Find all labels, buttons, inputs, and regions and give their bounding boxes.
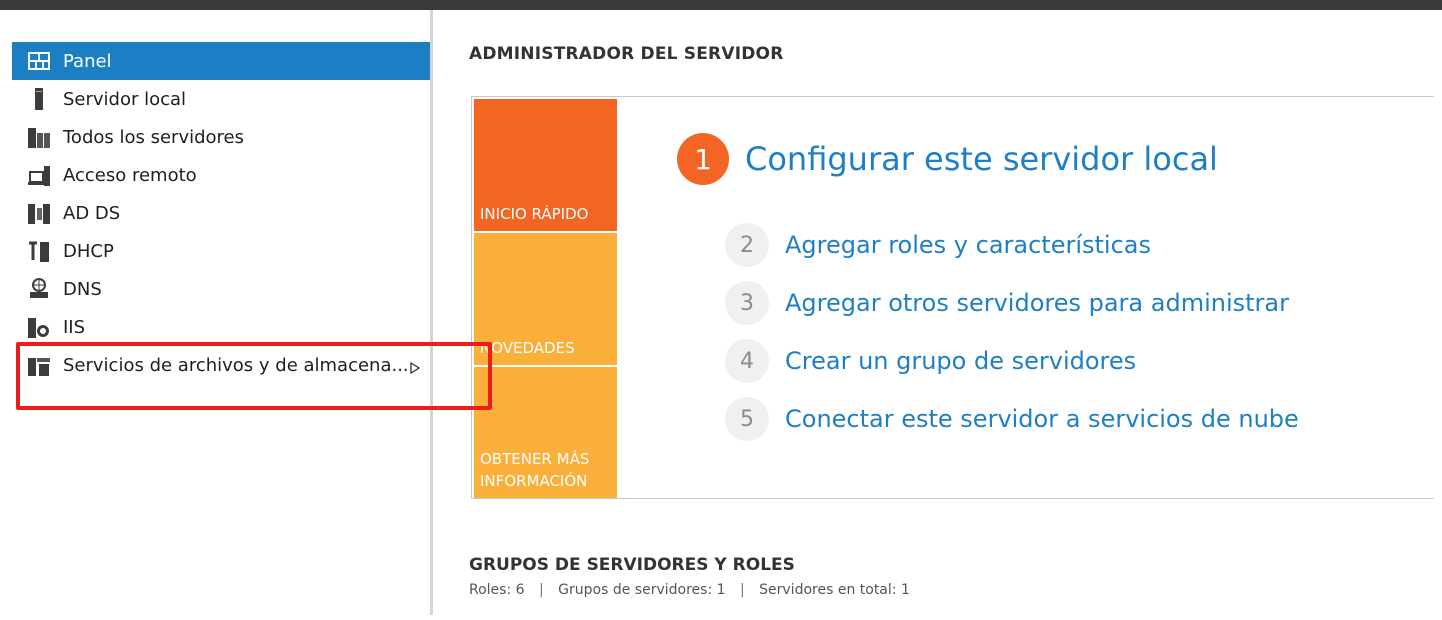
dns-icon: [27, 278, 51, 300]
servers-icon: [27, 126, 51, 148]
groups-section-title: GRUPOS DE SERVIDORES Y ROLES: [469, 555, 795, 575]
sidebar-item-ad-ds[interactable]: AD DS: [12, 194, 430, 232]
sidebar-item-panel[interactable]: Panel: [12, 42, 430, 80]
sidebar-item-dns[interactable]: DNS: [12, 270, 430, 308]
sidebar-item-label: AD DS: [63, 202, 121, 224]
step-link[interactable]: Agregar otros servidores para administra…: [785, 289, 1289, 317]
sidebar-item-label: DNS: [63, 278, 102, 300]
step-link[interactable]: Conectar este servidor a servicios de nu…: [785, 405, 1299, 433]
window-top-border: [0, 0, 1442, 10]
step-create-server-group[interactable]: 4 Crear un grupo de servidores: [725, 339, 1136, 383]
sidebar: Panel Servidor local Todos los servidore…: [12, 10, 430, 615]
sidebar-item-remote-access[interactable]: Acceso remoto: [12, 156, 430, 194]
step-number: 2: [725, 223, 769, 267]
step-add-servers[interactable]: 3 Agregar otros servidores para administ…: [725, 281, 1289, 325]
tile-label-line1: OBTENER MÁS: [480, 450, 590, 468]
tile-learn-more[interactable]: OBTENER MÁS INFORMACIÓN: [474, 367, 617, 498]
step-number: 1: [677, 133, 729, 185]
stats-separator: |: [539, 582, 544, 598]
sidebar-item-label: DHCP: [63, 240, 114, 262]
page-title: ADMINISTRADOR DEL SERVIDOR: [469, 44, 784, 64]
remote-access-icon: [27, 164, 51, 186]
step-number: 5: [725, 397, 769, 441]
step-configure-local-server[interactable]: 1 Configurar este servidor local: [677, 133, 1218, 185]
roles-count: Roles: 6: [469, 582, 525, 598]
tile-label: INICIO RÁPIDO: [480, 205, 589, 223]
groups-stats: Roles: 6 | Grupos de servidores: 1 | Ser…: [469, 582, 910, 598]
step-connect-cloud[interactable]: 5 Conectar este servidor a servicios de …: [725, 397, 1299, 441]
total-servers-count: Servidores en total: 1: [759, 582, 910, 598]
sidebar-item-label: Panel: [63, 50, 112, 72]
server-manager-window: Panel Servidor local Todos los servidore…: [12, 10, 1434, 615]
server-icon: [27, 88, 51, 110]
tile-quick-start[interactable]: INICIO RÁPIDO: [474, 99, 617, 231]
step-number: 4: [725, 339, 769, 383]
sidebar-item-label: Todos los servidores: [63, 126, 245, 148]
sidebar-item-local-server[interactable]: Servidor local: [12, 80, 430, 118]
tile-label: NOVEDADES: [480, 339, 575, 357]
quick-start-panel: INICIO RÁPIDO NOVEDADES OBTENER MÁS INFO…: [471, 96, 1434, 499]
step-link[interactable]: Crear un grupo de servidores: [785, 347, 1136, 375]
dashboard-icon: [27, 50, 51, 72]
sidebar-item-dhcp[interactable]: DHCP: [12, 232, 430, 270]
step-add-roles[interactable]: 2 Agregar roles y características: [725, 223, 1151, 267]
sidebar-item-label: Servicios de archivos y de almacena...: [63, 354, 409, 376]
server-groups-count: Grupos de servidores: 1: [558, 582, 726, 598]
sidebar-item-iis[interactable]: IIS: [12, 308, 430, 346]
step-link[interactable]: Configurar este servidor local: [745, 140, 1218, 178]
main-content: ADMINISTRADOR DEL SERVIDOR INICIO RÁPIDO…: [433, 10, 1434, 615]
sidebar-item-label: Acceso remoto: [63, 164, 197, 186]
sidebar-item-label: IIS: [63, 316, 86, 338]
expand-arrow-icon[interactable]: [410, 358, 421, 379]
tile-label-line2: INFORMACIÓN: [480, 472, 588, 490]
step-link[interactable]: Agregar roles y características: [785, 231, 1151, 259]
stats-separator: |: [739, 582, 745, 598]
iis-icon: [27, 316, 51, 338]
sidebar-item-all-servers[interactable]: Todos los servidores: [12, 118, 430, 156]
quick-start-tiles: INICIO RÁPIDO NOVEDADES OBTENER MÁS INFO…: [474, 99, 617, 498]
sidebar-nav: Panel Servidor local Todos los servidore…: [12, 42, 430, 384]
ad-ds-icon: [27, 202, 51, 224]
file-storage-icon: [27, 354, 51, 376]
tile-whats-new[interactable]: NOVEDADES: [474, 233, 617, 365]
dhcp-icon: [27, 240, 51, 262]
step-number: 3: [725, 281, 769, 325]
sidebar-item-file-storage[interactable]: Servicios de archivos y de almacena...: [12, 346, 430, 384]
sidebar-item-label: Servidor local: [63, 88, 187, 110]
